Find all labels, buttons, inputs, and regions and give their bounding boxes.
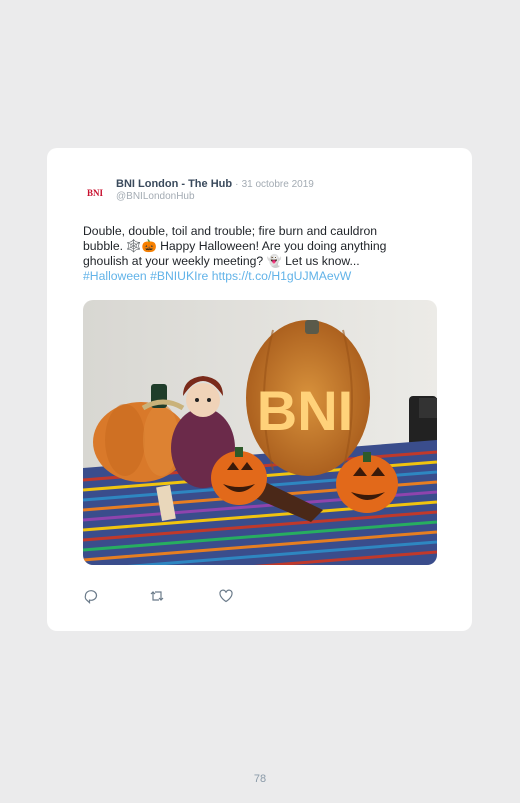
tweet-text-line: Double, double, toil and trouble; fire b… xyxy=(83,224,378,238)
separator-dot: · xyxy=(235,179,239,190)
tweet-text-line: ghoulish at your weekly meeting? 👻 Let u… xyxy=(83,254,360,268)
tweet-links-line: #Halloween #BNIUKIre https://t.co/H1gUJM… xyxy=(83,269,428,284)
author-handle[interactable]: @BNILondonHub xyxy=(116,191,195,203)
tweet-photo[interactable]: BNI xyxy=(83,300,437,565)
pumpkin-logo-carving: BNI xyxy=(257,379,353,442)
pumpkin-carved-logo-text: BNI xyxy=(257,379,353,442)
tweet-card: BNI BNI London - The Hub · 31 octobre 20… xyxy=(47,148,472,631)
hashtag-halloween[interactable]: #Halloween xyxy=(83,269,147,283)
heart-icon[interactable] xyxy=(218,588,234,604)
reply-icon[interactable] xyxy=(83,588,99,604)
tweet-text-line: bubble. 🕸️🎃 Happy Halloween! Are you doi… xyxy=(83,239,387,253)
hashtag-bniukire[interactable]: #BNIUKIre xyxy=(150,269,208,283)
retweet-icon[interactable] xyxy=(149,588,165,604)
halloween-pumpkins-image: BNI xyxy=(83,300,437,565)
tweet-link[interactable]: https://t.co/H1gUJMAevW xyxy=(212,269,352,283)
bni-avatar[interactable]: BNI xyxy=(83,181,107,205)
page-number: 78 xyxy=(253,773,267,785)
author-name[interactable]: BNI London - The Hub xyxy=(116,178,232,190)
tweet-text: Double, double, toil and trouble; fire b… xyxy=(83,224,428,284)
avatar-logo-text: BNI xyxy=(87,188,104,198)
author-line: BNI London - The Hub · 31 octobre 2019 xyxy=(116,178,314,191)
tweet-date[interactable]: 31 octobre 2019 xyxy=(242,179,314,190)
